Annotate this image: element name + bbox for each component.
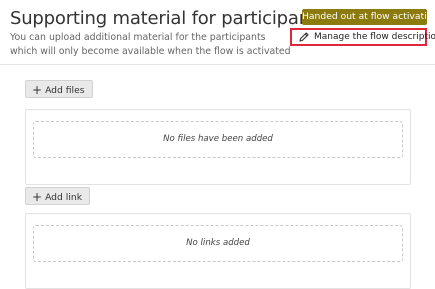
links-empty-placeholder: No links added (33, 225, 403, 262)
plus-icon: + (32, 82, 43, 97)
status-badge: Handed out at flow activation (302, 9, 435, 25)
pencil-icon (299, 32, 309, 42)
manage-flow-description-button[interactable]: Manage the flow description (290, 28, 435, 46)
page-title: Supporting material for participants (10, 8, 326, 29)
files-panel: No files have been added (25, 109, 411, 185)
links-panel: No links added (25, 213, 411, 289)
header-divider (0, 64, 435, 65)
files-empty-placeholder: No files have been added (33, 121, 403, 158)
add-link-label: Add link (45, 192, 83, 203)
add-files-button[interactable]: + Add files (25, 80, 93, 98)
add-link-button[interactable]: + Add link (25, 187, 91, 205)
plus-icon: + (32, 189, 43, 204)
manage-flow-description-label: Manage the flow description (314, 32, 435, 42)
add-files-label: Add files (45, 85, 85, 96)
page-subtitle: You can upload additional material for t… (10, 32, 291, 57)
